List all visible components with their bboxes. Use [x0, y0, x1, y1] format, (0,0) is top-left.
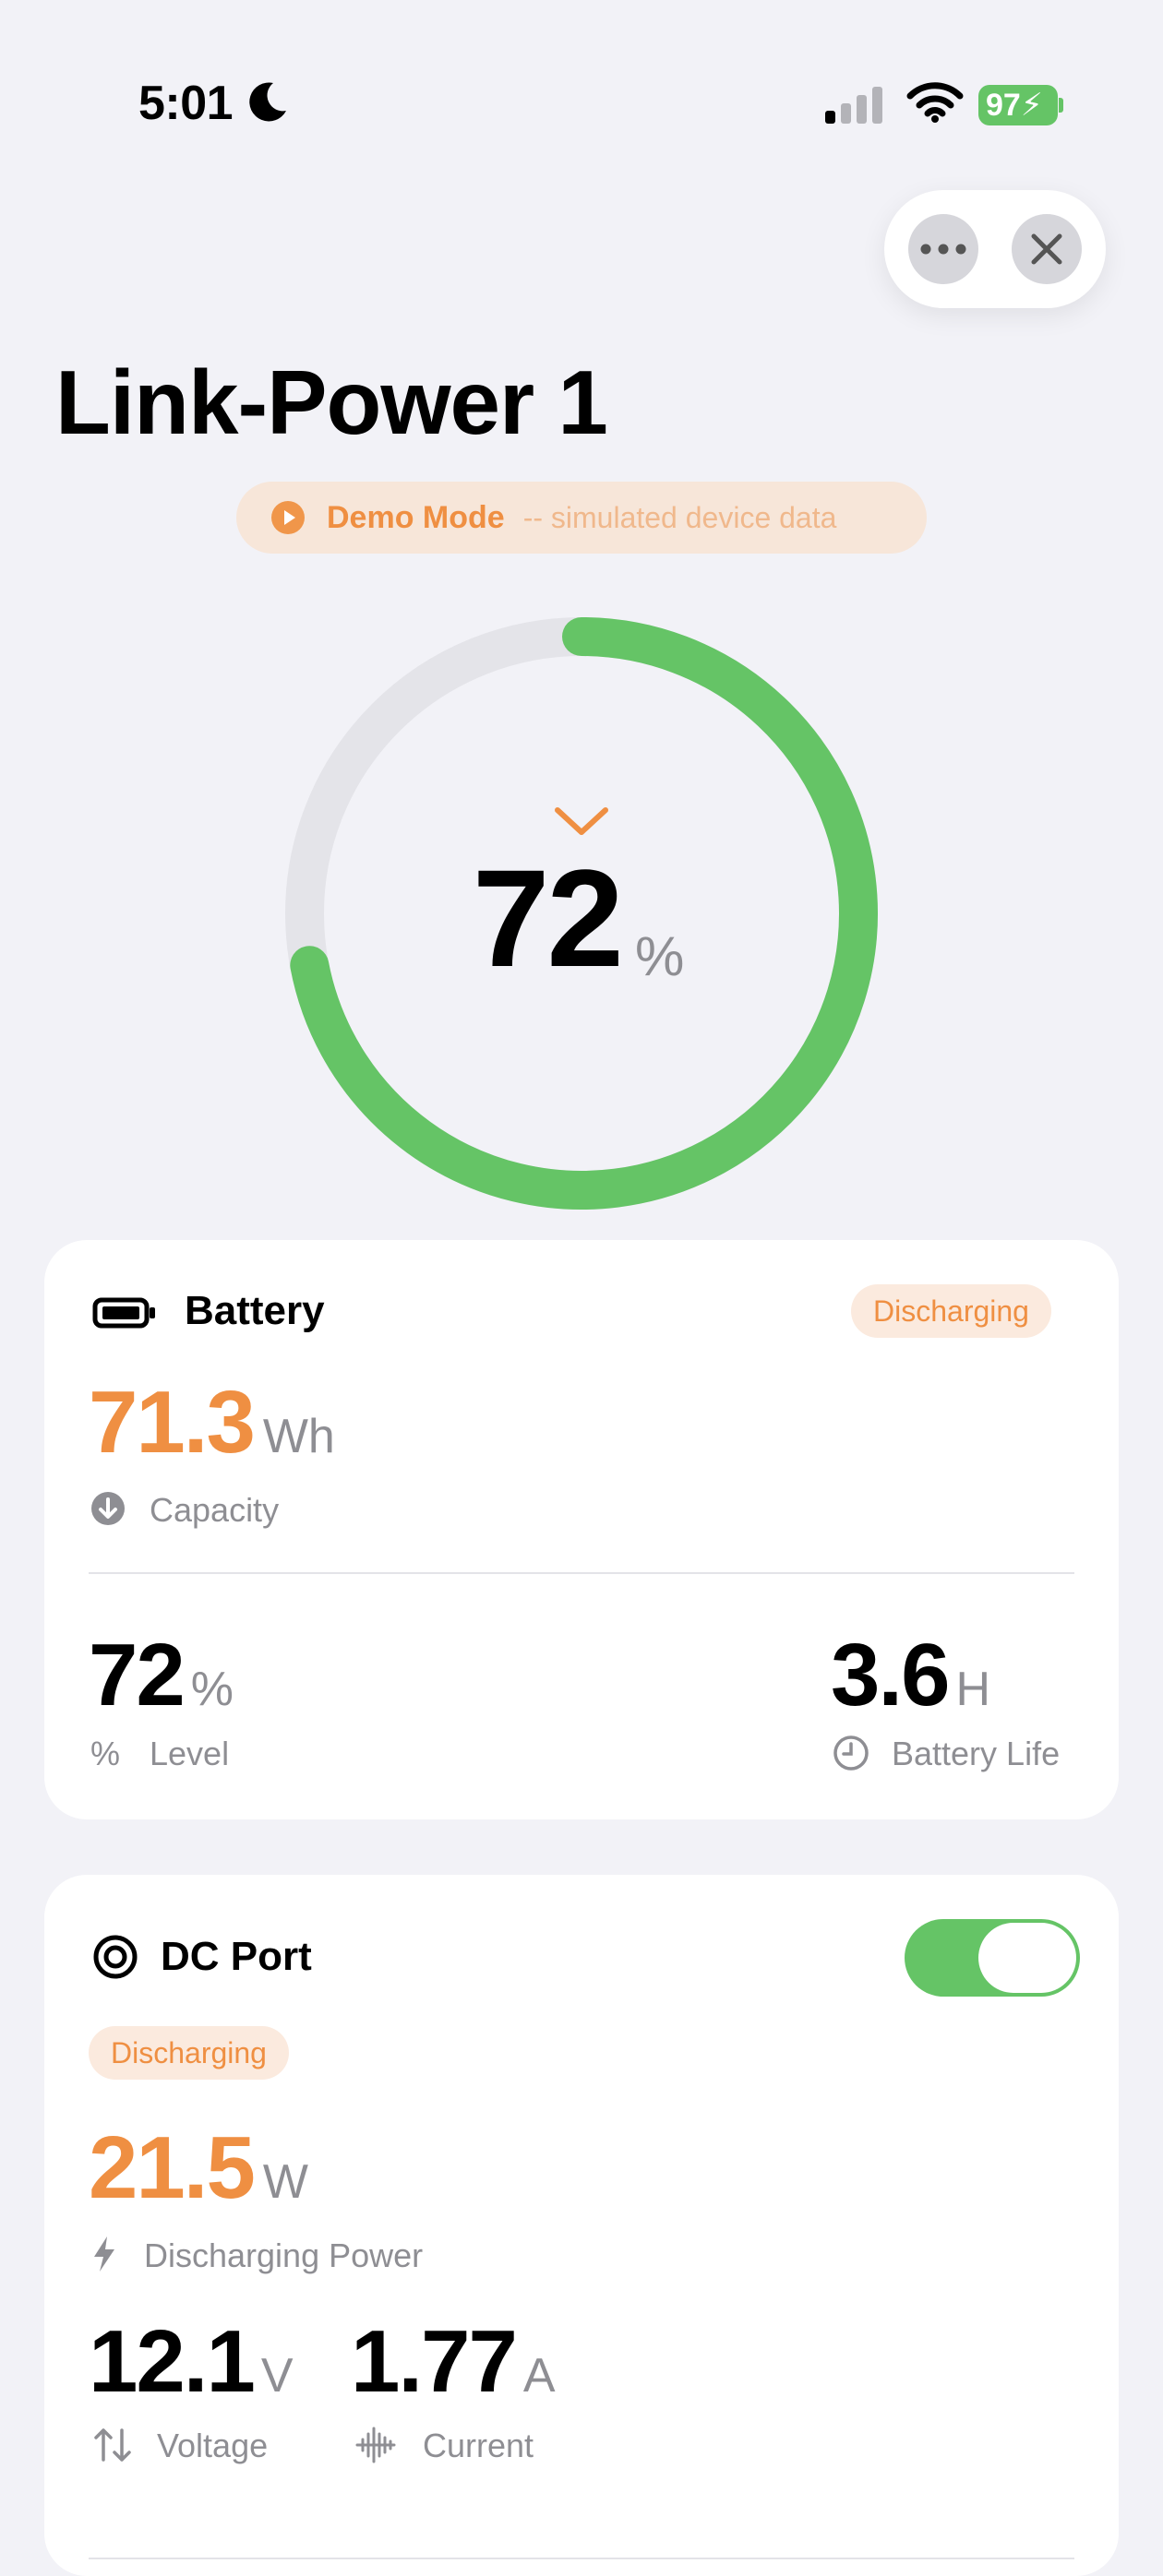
toggle-knob [978, 1923, 1076, 1993]
capacity-value: 71.3 [89, 1373, 256, 1472]
current-metric: 1.77 A [351, 2318, 556, 2406]
demo-mode-banner: Demo Mode -- simulated device data [236, 482, 927, 554]
target-icon [93, 1935, 138, 1979]
battery-status-icon: 97⚡ [978, 85, 1063, 125]
arrows-up-down-icon [94, 2428, 131, 2462]
moon-icon [249, 82, 286, 122]
play-icon [271, 501, 305, 534]
divider [89, 2558, 1074, 2559]
cellular-signal-icon [825, 87, 882, 124]
battery-life-label: Battery Life [892, 1735, 1061, 1772]
divider [89, 1572, 1074, 1574]
power-metric: 21.5 W [89, 2124, 308, 2212]
voltage-value: 12.1 [89, 2312, 256, 2411]
more-button[interactable] [908, 214, 978, 284]
top-controls [884, 190, 1106, 308]
battery-status-badge: Discharging [851, 1284, 1051, 1338]
chevron-down-icon [555, 807, 608, 835]
battery-life-value: 3.6 [831, 1626, 950, 1724]
dc-port-title: DC Port [161, 1934, 312, 1979]
voltage-label: Voltage [157, 2427, 269, 2464]
close-icon [1031, 233, 1062, 265]
status-time: 5:01 [138, 77, 234, 130]
close-button[interactable] [1012, 214, 1082, 284]
percent-icon: % [90, 1735, 121, 1772]
dc-port-toggle[interactable] [905, 1919, 1080, 1997]
capacity-metric: 71.3 Wh [89, 1378, 335, 1467]
current-unit: A [522, 2349, 556, 2403]
level-value: 72 [89, 1626, 186, 1724]
power-label: Discharging Power [144, 2236, 424, 2274]
voltage-metric: 12.1 V [89, 2318, 294, 2406]
demo-mode-description: -- simulated device data [522, 500, 837, 534]
current-label: Current [423, 2427, 534, 2464]
ellipsis-icon [920, 244, 966, 255]
current-value: 1.77 [351, 2312, 518, 2411]
clock-icon [833, 1735, 869, 1771]
battery-card-title: Battery [185, 1288, 325, 1333]
voltage-unit: V [260, 2349, 294, 2403]
battery-life-unit: H [955, 1663, 991, 1716]
battery-life-metric: 3.6 H [831, 1631, 990, 1720]
level-label: Level [150, 1735, 230, 1772]
gauge-percent-unit: % [635, 925, 685, 987]
level-metric: 72 % [89, 1631, 234, 1720]
dc-status-badge: Discharging [89, 2026, 289, 2080]
page-title: Link-Power 1 [55, 352, 608, 453]
capacity-label: Capacity [150, 1491, 280, 1529]
waveform-icon [355, 2427, 396, 2463]
battery-status-level: 97 [986, 88, 1021, 123]
bolt-icon [94, 2236, 114, 2272]
level-unit: % [190, 1663, 234, 1716]
power-unit: W [262, 2155, 308, 2209]
wifi-icon [906, 82, 964, 123]
battery-icon [92, 1297, 155, 1329]
demo-mode-label: Demo Mode [327, 499, 505, 535]
capacity-unit: Wh [262, 1410, 335, 1463]
arrow-down-circle-icon [91, 1492, 125, 1525]
gauge-percent-value: 72 [473, 841, 624, 996]
battery-card: Battery Discharging 71.3 Wh Capacity 72 … [44, 1240, 1119, 1819]
power-value: 21.5 [89, 2118, 256, 2217]
